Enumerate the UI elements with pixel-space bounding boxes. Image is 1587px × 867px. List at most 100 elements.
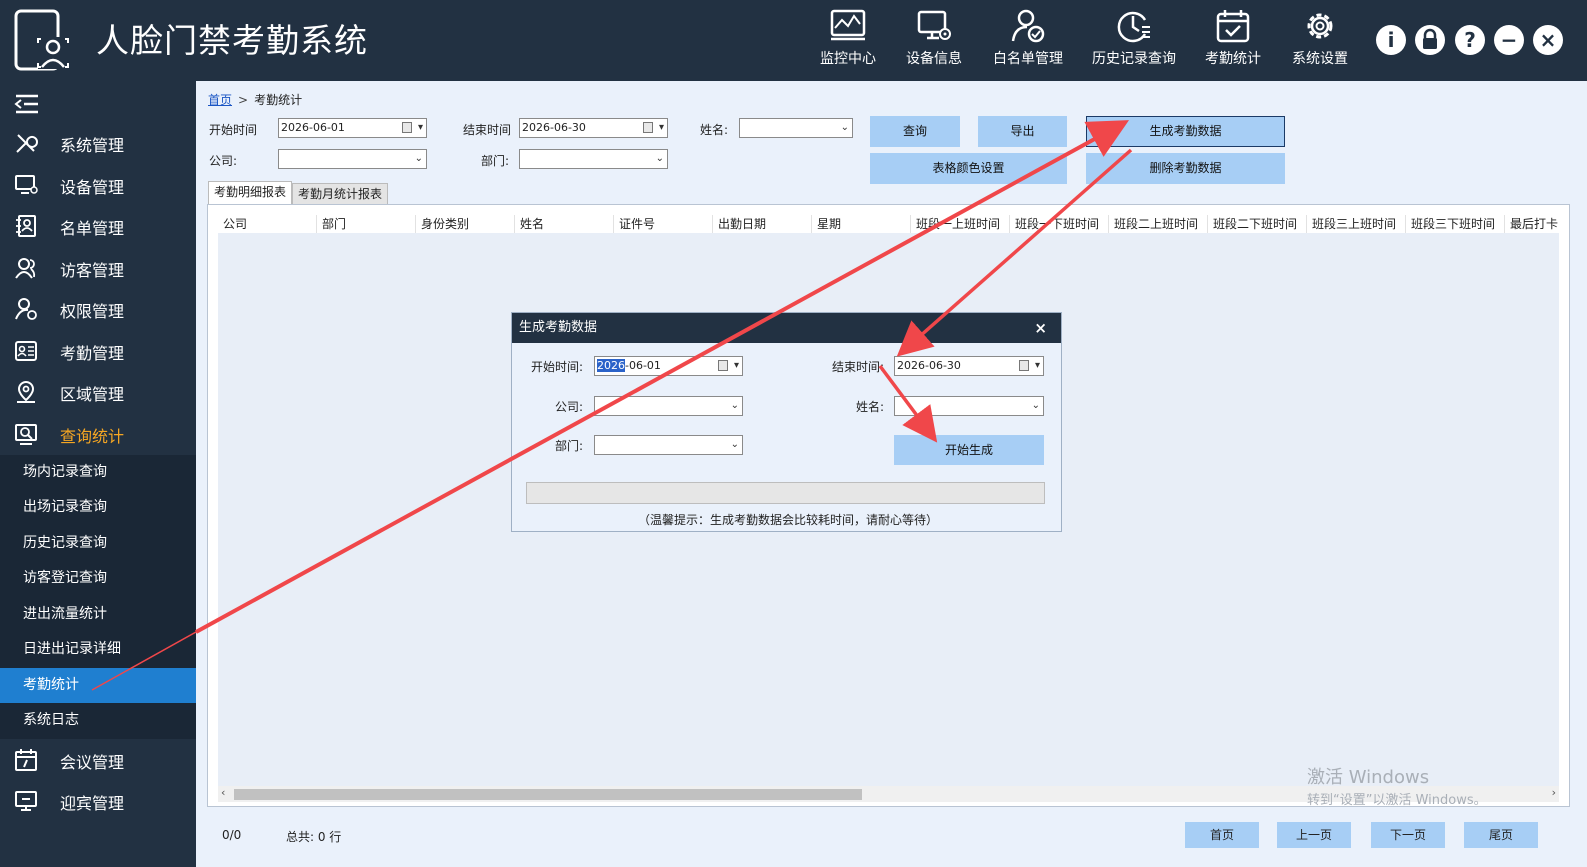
dialog-name-select[interactable]: ⌄	[894, 396, 1044, 416]
column-header[interactable]: 班段三下班时间	[1406, 215, 1505, 233]
gear-icon	[1307, 13, 1333, 39]
breadcrumb: 首页 > 考勤统计	[208, 91, 302, 108]
column-header[interactable]: 姓名	[515, 215, 614, 233]
sidebar-item-visitor[interactable]: 访客管理	[0, 248, 196, 288]
calendar-icon	[1019, 360, 1029, 371]
query-button[interactable]: 查询	[870, 116, 960, 147]
dialog-start-label: 开始时间:	[531, 360, 584, 374]
meeting-calendar-icon	[15, 749, 37, 771]
department-select[interactable]: ⌄	[519, 149, 668, 169]
sidebar-item-roster[interactable]: 名单管理	[0, 206, 196, 246]
column-header[interactable]: 班段二上班时间	[1109, 215, 1208, 233]
chevron-down-icon: ⌄	[730, 439, 739, 450]
dialog-department-select[interactable]: ⌄	[594, 435, 743, 455]
query-stats-icon	[15, 424, 37, 445]
first-page-button[interactable]: 首页	[1185, 822, 1259, 848]
scroll-right-icon[interactable]: ›	[1552, 786, 1556, 799]
submenu-item-system-log[interactable]: 系统日志	[0, 703, 196, 738]
chevron-down-icon: ⌄	[840, 122, 849, 133]
calendar-icon	[643, 122, 653, 133]
sidebar-item-welcome[interactable]: 迎宾管理	[0, 781, 196, 821]
sidebar-item-device[interactable]: 设备管理	[0, 165, 196, 205]
close-icon[interactable]: ×	[1533, 25, 1563, 55]
column-header[interactable]: 班段一上班时间	[911, 215, 1010, 233]
windows-activation-hint: 转到“设置”以激活 Windows。	[1307, 793, 1487, 808]
dialog-title: 生成考勤数据	[519, 320, 598, 335]
sidebar-item-permission[interactable]: 权限管理	[0, 289, 196, 329]
app-header: 人脸门禁考勤系统 监控中心 设备信息 白名单管理 历史记录查询 考勤统计 系统设…	[0, 0, 1587, 81]
breadcrumb-home-link[interactable]: 首页	[208, 93, 232, 107]
sidebar-item-meeting[interactable]: 会议管理	[0, 740, 196, 780]
table-color-settings-button[interactable]: 表格颜色设置	[870, 153, 1067, 184]
sidebar-item-area[interactable]: 区域管理	[0, 372, 196, 412]
column-header[interactable]: 最后打卡	[1505, 215, 1569, 233]
prev-page-button[interactable]: 上一页	[1277, 822, 1351, 848]
topnav-whitelist[interactable]: 白名单管理	[993, 8, 1063, 74]
submenu-item-attendance-stats[interactable]: 考勤统计	[0, 668, 196, 703]
column-header[interactable]: 班段三上班时间	[1307, 215, 1406, 233]
submenu-item-daily-detail[interactable]: 日进出记录详细	[0, 632, 196, 667]
windows-activation-watermark: 激活 Windows	[1307, 767, 1430, 788]
calendar-check-icon	[1216, 10, 1250, 43]
help-icon[interactable]: ?	[1455, 25, 1485, 55]
dialog-company-select[interactable]: ⌄	[594, 396, 743, 416]
attendance-card-icon	[15, 341, 37, 361]
topnav-monitor-center[interactable]: 监控中心	[820, 8, 876, 74]
scroll-left-icon[interactable]: ‹	[221, 786, 225, 799]
sidebar: 系统管理 设备管理 名单管理 访客管理 权限管理 考勤管理 区域管理 查询统计 …	[0, 81, 196, 867]
breadcrumb-separator: >	[238, 93, 249, 107]
company-select[interactable]: ⌄	[278, 149, 427, 169]
sidebar-item-system[interactable]: 系统管理	[0, 123, 196, 163]
chevron-down-icon: ▾	[417, 122, 423, 133]
name-select[interactable]: ⌄	[739, 118, 853, 138]
column-header[interactable]: 班段一下班时间	[1010, 215, 1109, 233]
dialog-department-label: 部门:	[555, 439, 584, 453]
start-generate-button[interactable]: 开始生成	[894, 435, 1044, 465]
name-label: 姓名:	[700, 123, 729, 137]
sidebar-item-query-stats[interactable]: 查询统计	[0, 414, 196, 454]
end-time-picker[interactable]: 2026-06-30 ▾	[519, 118, 668, 138]
history-clock-icon	[1117, 11, 1150, 43]
last-page-button[interactable]: 尾页	[1464, 822, 1538, 848]
minimize-icon[interactable]: −	[1494, 25, 1524, 55]
delete-attendance-button[interactable]: 删除考勤数据	[1086, 153, 1285, 184]
topnav-device-info[interactable]: 设备信息	[906, 8, 962, 74]
topnav-history-query[interactable]: 历史记录查询	[1092, 8, 1176, 74]
info-icon[interactable]: i	[1376, 25, 1406, 55]
total-rows: 总共: 0 行	[286, 830, 342, 844]
column-header[interactable]: 身份类别	[416, 215, 515, 233]
location-pin-icon	[17, 380, 35, 403]
next-page-button[interactable]: 下一页	[1371, 822, 1445, 848]
dialog-end-label: 结束时间:	[832, 360, 885, 374]
tools-icon	[16, 134, 38, 153]
lock-icon[interactable]	[1415, 25, 1445, 55]
submenu-item-visitor-registration[interactable]: 访客登记查询	[0, 561, 196, 596]
generate-attendance-button[interactable]: 生成考勤数据	[1086, 116, 1285, 147]
tab-attendance-monthly[interactable]: 考勤月统计报表	[292, 183, 389, 205]
sidebar-item-attendance[interactable]: 考勤管理	[0, 331, 196, 371]
dialog-end-time-picker[interactable]: 2026-06-30 ▾	[894, 356, 1044, 376]
column-header[interactable]: 班段二下班时间	[1208, 215, 1307, 233]
export-button[interactable]: 导出	[978, 116, 1067, 147]
submenu-item-onsite-records[interactable]: 场内记录查询	[0, 455, 196, 490]
scrollbar-thumb[interactable]	[234, 789, 862, 800]
column-header[interactable]: 星期	[812, 215, 911, 233]
menu-collapse-icon[interactable]	[14, 93, 40, 115]
topnav-system-settings[interactable]: 系统设置	[1292, 8, 1348, 74]
column-header[interactable]: 出勤日期	[713, 215, 812, 233]
column-header[interactable]: 部门	[317, 215, 416, 233]
column-header[interactable]: 公司	[218, 215, 317, 233]
submenu-item-traffic-stats[interactable]: 进出流量统计	[0, 597, 196, 632]
submenu-item-history-records[interactable]: 历史记录查询	[0, 526, 196, 561]
start-time-picker[interactable]: 2026-06-01 ▾	[278, 118, 427, 138]
face-terminal-logo-icon	[14, 9, 69, 71]
dialog-name-label: 姓名:	[856, 400, 885, 414]
close-icon[interactable]: ×	[1034, 320, 1047, 336]
column-header[interactable]: 证件号	[614, 215, 713, 233]
dialog-start-time-picker[interactable]: 2026-06-01 ▾	[594, 356, 743, 376]
calendar-icon	[718, 360, 728, 371]
submenu-item-exit-records[interactable]: 出场记录查询	[0, 490, 196, 525]
tab-attendance-detail[interactable]: 考勤明细报表	[208, 181, 293, 205]
generation-progress-bar	[526, 482, 1045, 504]
topnav-attendance-stats[interactable]: 考勤统计	[1205, 8, 1261, 74]
